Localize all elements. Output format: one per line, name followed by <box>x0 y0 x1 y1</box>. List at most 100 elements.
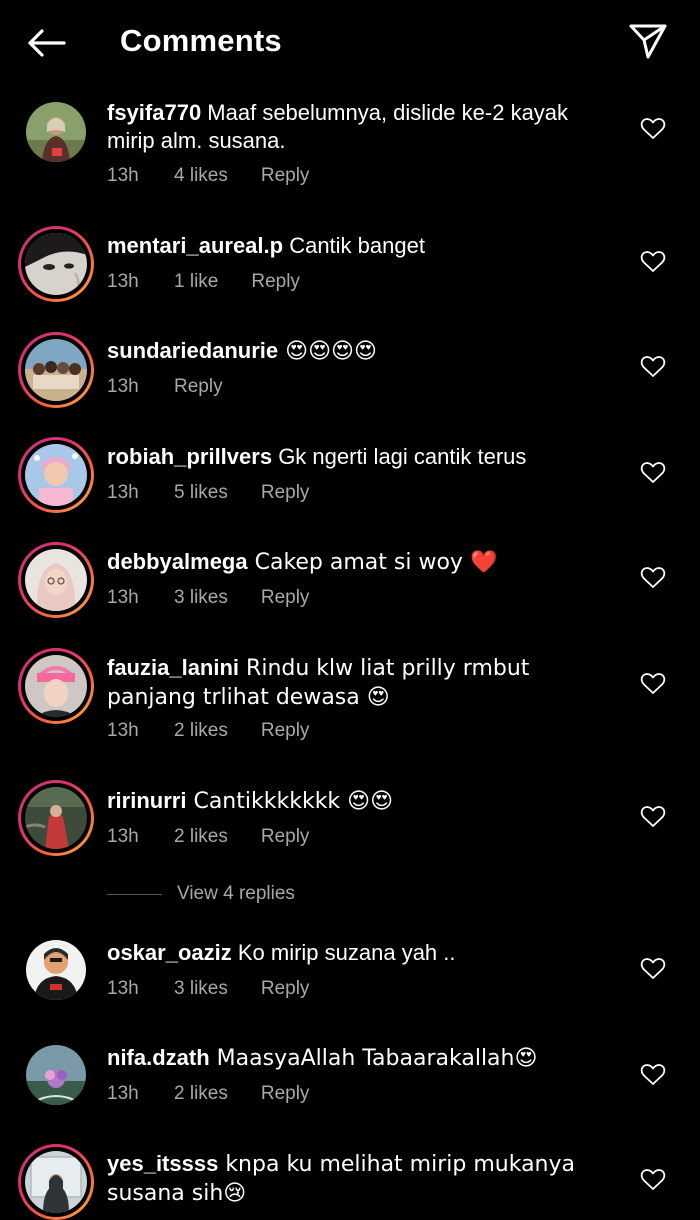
avatar[interactable] <box>18 780 94 856</box>
comment-meta: 13h 2 likes Reply <box>107 825 309 849</box>
reply-button[interactable]: Reply <box>261 164 310 188</box>
comment-username[interactable]: ririnurri <box>107 788 186 813</box>
comment-likes[interactable]: 3 likes <box>174 586 228 610</box>
avatar-image <box>25 339 87 401</box>
comment-meta: 13h 1 like Reply <box>107 270 300 294</box>
avatar[interactable] <box>18 1037 94 1113</box>
comment-body: Cantik banget <box>283 233 425 258</box>
avatar[interactable] <box>18 542 94 618</box>
heart-outline-icon[interactable] <box>640 355 666 379</box>
back-button[interactable] <box>22 22 70 64</box>
avatar-image <box>26 102 86 162</box>
comment-username[interactable]: robiah_prillvers <box>107 444 272 469</box>
comment-username[interactable]: nifa.dzath <box>107 1045 210 1070</box>
comment-meta: 13h Reply <box>107 375 223 399</box>
view-replies-label: View 4 replies <box>177 883 295 904</box>
comment-time: 13h <box>107 826 139 847</box>
divider <box>107 893 162 895</box>
heart-outline-icon[interactable] <box>640 672 666 696</box>
comment-username[interactable]: fauzia_lanini <box>107 655 239 680</box>
comment-body: Gk ngerti lagi cantik terus <box>272 444 527 469</box>
comment-username[interactable]: yes_itssss <box>107 1151 218 1176</box>
comment-text: yes_itssss knpa ku melihat mirip mukanya… <box>107 1150 617 1208</box>
comment-username[interactable]: mentari_aureal.p <box>107 233 283 258</box>
comment-likes[interactable]: 2 likes <box>174 825 228 849</box>
avatar[interactable] <box>18 932 94 1008</box>
avatar[interactable] <box>18 226 94 302</box>
reply-button[interactable]: Reply <box>261 719 310 743</box>
avatar-image <box>26 940 86 1000</box>
avatar-image <box>25 787 87 849</box>
comment-likes[interactable]: 1 like <box>174 270 218 294</box>
comment-text: fauzia_lanini Rindu klw liat prilly rmbu… <box>107 654 617 712</box>
comment-likes[interactable]: 4 likes <box>174 164 228 188</box>
avatar-image <box>25 444 87 506</box>
comment-likes[interactable]: 2 likes <box>174 1082 228 1106</box>
avatar-image <box>25 655 87 717</box>
comment-meta: 13h 4 likes Reply <box>107 164 309 188</box>
comment-text: debbyalmega Cakep amat si woy ❤️ <box>107 548 617 577</box>
comment-meta: 13h 3 likes Reply <box>107 586 309 610</box>
comment-text: nifa.dzath MaasyaAllah Tabaarakallah😍 <box>107 1044 617 1073</box>
comment-time: 13h <box>107 165 139 186</box>
header: Comments <box>0 0 700 84</box>
reply-button[interactable]: Reply <box>174 375 223 399</box>
comment-text: fsyifa770 Maaf sebelumnya, dislide ke-2 … <box>107 99 617 155</box>
heart-outline-icon[interactable] <box>640 250 666 274</box>
comment-time: 13h <box>107 482 139 503</box>
comment-body: Cakep amat si woy ❤️ <box>247 550 498 575</box>
comment-time: 13h <box>107 587 139 608</box>
heart-outline-icon[interactable] <box>640 957 666 981</box>
comment-text: robiah_prillvers Gk ngerti lagi cantik t… <box>107 443 617 471</box>
comment-meta: 13h 3 likes Reply <box>107 977 309 1001</box>
comment-text: oskar_oaziz Ko mirip suzana yah .. <box>107 939 617 967</box>
heart-outline-icon[interactable] <box>640 461 666 485</box>
comment-likes[interactable]: 5 likes <box>174 481 228 505</box>
heart-outline-icon[interactable] <box>640 1168 666 1192</box>
reply-button[interactable]: Reply <box>261 586 310 610</box>
comment-text: mentari_aureal.p Cantik banget <box>107 232 617 260</box>
comment-time: 13h <box>107 376 139 397</box>
comment-likes[interactable]: 3 likes <box>174 977 228 1001</box>
comment-body: 😍😍😍😍 <box>278 339 377 364</box>
heart-outline-icon[interactable] <box>640 1063 666 1087</box>
avatar[interactable] <box>18 1144 94 1220</box>
comment-likes[interactable]: 2 likes <box>174 719 228 743</box>
avatar[interactable] <box>18 648 94 724</box>
comment-time: 13h <box>107 1083 139 1104</box>
avatar[interactable] <box>18 332 94 408</box>
view-replies-button[interactable]: View 4 replies <box>107 880 295 908</box>
reply-button[interactable]: Reply <box>261 481 310 505</box>
comment-username[interactable]: debbyalmega <box>107 549 248 574</box>
avatar[interactable] <box>18 94 94 170</box>
reply-button[interactable]: Reply <box>261 825 310 849</box>
avatar-image <box>26 1045 86 1105</box>
comment-body: Cantikkkkkkk 😍😍 <box>186 789 394 814</box>
heart-outline-icon[interactable] <box>640 566 666 590</box>
comment-username[interactable]: fsyifa770 <box>107 100 201 125</box>
page-title: Comments <box>120 23 282 58</box>
reply-button[interactable]: Reply <box>261 977 310 1001</box>
avatar-image <box>25 233 87 295</box>
comment-body: Ko mirip suzana yah .. <box>231 940 456 965</box>
avatar[interactable] <box>18 437 94 513</box>
comment-text: ririnurri Cantikkkkkkk 😍😍 <box>107 787 617 816</box>
share-button[interactable] <box>624 18 672 64</box>
comment-time: 13h <box>107 978 139 999</box>
comment-meta: 13h 2 likes Reply <box>107 719 309 743</box>
reply-button[interactable]: Reply <box>261 1082 310 1106</box>
heart-outline-icon[interactable] <box>640 117 666 141</box>
comment-meta: 13h 5 likes Reply <box>107 481 309 505</box>
comment-username[interactable]: sundariedanurie <box>107 338 278 363</box>
comment-body: MaasyaAllah Tabaarakallah😍 <box>209 1046 538 1071</box>
arrow-left-icon <box>28 29 66 57</box>
comment-meta: 13h 2 likes Reply <box>107 1082 309 1106</box>
avatar-image <box>25 1151 87 1213</box>
comment-username[interactable]: oskar_oaziz <box>107 940 232 965</box>
comment-time: 13h <box>107 720 139 741</box>
paper-plane-icon <box>629 24 667 59</box>
reply-button[interactable]: Reply <box>251 270 300 294</box>
heart-outline-icon[interactable] <box>640 805 666 829</box>
comment-text: sundariedanurie 😍😍😍😍 <box>107 337 617 366</box>
comment-time: 13h <box>107 271 139 292</box>
